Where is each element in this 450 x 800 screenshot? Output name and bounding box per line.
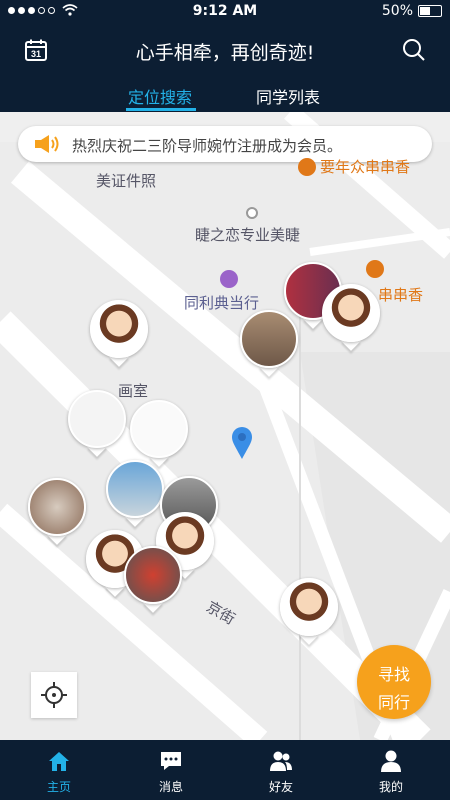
header: 31 心手相牵，再创奇迹! 定位搜索 同学列表 bbox=[0, 24, 450, 112]
nav-messages-label: 消息 bbox=[158, 780, 183, 794]
locate-me-button[interactable] bbox=[31, 672, 77, 718]
home-icon bbox=[49, 752, 69, 771]
nav-profile-label: 我的 bbox=[378, 780, 403, 794]
user-marker[interactable] bbox=[124, 546, 182, 614]
pawnshop-icon bbox=[220, 270, 238, 288]
nav-friends-label: 好友 bbox=[268, 780, 293, 794]
tab-underline bbox=[126, 108, 196, 111]
restaurant-icon bbox=[366, 260, 384, 278]
user-marker[interactable] bbox=[280, 578, 338, 646]
user-marker[interactable] bbox=[68, 390, 126, 458]
find-peers-button[interactable]: 寻找 同行 bbox=[357, 645, 431, 719]
user-marker[interactable] bbox=[90, 300, 148, 368]
announcement-text: 热烈庆祝二三阶导师婉竹注册成为会员。 bbox=[72, 137, 343, 155]
battery-percent: 50% bbox=[381, 3, 413, 19]
nav-messages[interactable]: 消息 bbox=[115, 740, 227, 800]
restaurant-icon bbox=[298, 158, 316, 176]
tab-bar: 定位搜索 同学列表 bbox=[0, 82, 450, 112]
nav-friends[interactable]: 好友 bbox=[225, 740, 337, 800]
bottom-nav: 主页 消息 好友 我的 bbox=[0, 740, 450, 800]
poi-skewer-restaurant-2[interactable]: 要年众串串香 bbox=[320, 156, 410, 177]
message-icon bbox=[161, 752, 181, 770]
poi-dot-icon bbox=[246, 207, 258, 219]
poi-skewer-restaurant[interactable]: 串串香 bbox=[378, 284, 423, 305]
battery-icon bbox=[418, 5, 442, 17]
search-icon[interactable] bbox=[402, 38, 426, 62]
page-title: 心手相牵，再创奇迹! bbox=[135, 42, 315, 64]
crosshair-icon bbox=[41, 682, 67, 708]
map-view[interactable]: 热烈庆祝二三阶导师婉竹注册成为会员。 美证件照 睫之恋专业美睫 同利典当行 串串… bbox=[0, 112, 450, 740]
nav-profile[interactable]: 我的 bbox=[335, 740, 447, 800]
profile-icon bbox=[381, 750, 401, 772]
poi-photo-studio[interactable]: 美证件照 bbox=[96, 170, 156, 191]
user-marker[interactable] bbox=[322, 284, 380, 352]
find-peers-line1: 寻找 bbox=[377, 665, 410, 684]
nav-home-label: 主页 bbox=[46, 780, 71, 794]
location-pin-icon bbox=[232, 427, 252, 459]
tab-location-search[interactable]: 定位搜索 bbox=[128, 84, 192, 108]
user-marker[interactable] bbox=[28, 478, 86, 546]
friends-icon bbox=[270, 751, 292, 771]
nav-home[interactable]: 主页 bbox=[3, 740, 115, 800]
poi-eyelash-salon[interactable]: 睫之恋专业美睫 bbox=[195, 224, 300, 245]
status-bar: 9:12 AM 50% bbox=[0, 0, 450, 24]
user-marker[interactable] bbox=[130, 400, 188, 468]
speaker-icon bbox=[35, 135, 59, 153]
tab-classmate-list[interactable]: 同学列表 bbox=[256, 84, 320, 108]
user-marker[interactable] bbox=[240, 310, 298, 378]
find-peers-line2: 同行 bbox=[377, 693, 410, 712]
